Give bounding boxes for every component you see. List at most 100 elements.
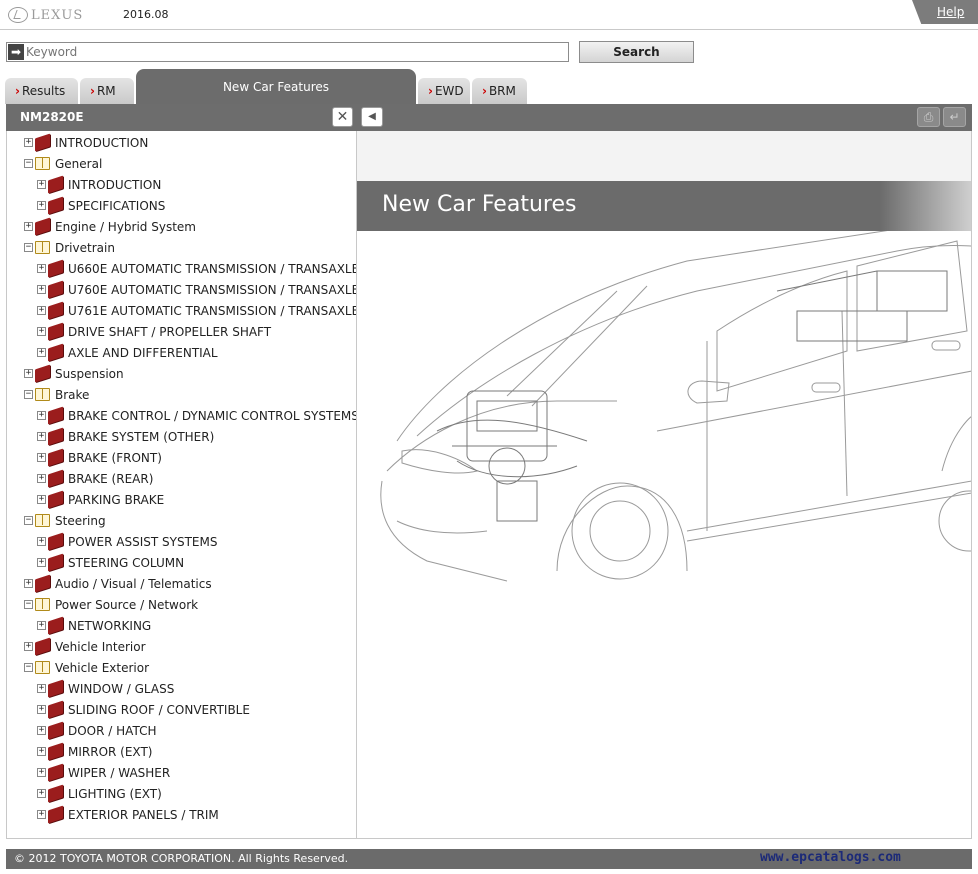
expand-icon[interactable]: + <box>37 621 46 630</box>
tree-item[interactable]: + LIGHTING (EXT) <box>37 783 162 804</box>
tab-new-car-features[interactable]: New Car Features <box>136 69 416 104</box>
expand-icon[interactable]: + <box>24 369 33 378</box>
tree-item[interactable]: + NETWORKING <box>37 615 151 636</box>
tree-item[interactable]: + SLIDING ROOF / CONVERTIBLE <box>37 699 250 720</box>
tab-brm[interactable]: › BRM <box>472 78 527 104</box>
close-icon: ✕ <box>336 109 349 125</box>
tree-item[interactable]: + Audio / Visual / Telematics <box>24 573 212 594</box>
search-box[interactable]: ➡ <box>6 42 569 62</box>
tree-item[interactable]: − Power Source / Network <box>24 594 198 615</box>
tree-item[interactable]: − Brake <box>24 384 89 405</box>
tree-item[interactable]: + EXTERIOR PANELS / TRIM <box>37 804 219 825</box>
collapse-panel-button[interactable]: ◀ <box>361 107 383 127</box>
expand-icon[interactable]: + <box>24 642 33 651</box>
expand-icon[interactable]: + <box>37 495 46 504</box>
collapse-icon[interactable]: − <box>24 663 33 672</box>
expand-icon[interactable]: + <box>37 789 46 798</box>
expand-icon[interactable]: + <box>37 810 46 819</box>
expand-icon[interactable]: + <box>37 558 46 567</box>
closed-book-icon <box>35 364 50 383</box>
expand-icon[interactable]: + <box>37 201 46 210</box>
tree-item[interactable]: + WIPER / WASHER <box>37 762 170 783</box>
expand-icon[interactable]: + <box>37 264 46 273</box>
tree-item[interactable]: + BRAKE (FRONT) <box>37 447 162 468</box>
closed-book-icon <box>48 532 63 551</box>
tree-item[interactable]: − General <box>24 153 102 174</box>
tree-item[interactable]: + DOOR / HATCH <box>37 720 156 741</box>
chevron-right-icon: › <box>428 84 433 98</box>
tree-item-label: INTRODUCTION <box>68 177 162 192</box>
expand-icon[interactable]: + <box>37 747 46 756</box>
expand-icon[interactable]: + <box>37 705 46 714</box>
expand-icon[interactable]: + <box>37 474 46 483</box>
tree-item-label: Audio / Visual / Telematics <box>55 576 212 591</box>
expand-icon[interactable]: + <box>37 411 46 420</box>
tree-item-label: U660E AUTOMATIC TRANSMISSION / TRANSAXLE <box>68 261 357 276</box>
tab-results[interactable]: › Results <box>5 78 78 104</box>
lexus-logo: LEXUS <box>8 5 83 25</box>
tree-item[interactable]: + BRAKE SYSTEM (OTHER) <box>37 426 214 447</box>
expand-icon[interactable]: + <box>37 285 46 294</box>
closed-book-icon <box>48 700 63 719</box>
tree-item[interactable]: + BRAKE CONTROL / DYNAMIC CONTROL SYSTEMS <box>37 405 356 426</box>
expand-icon[interactable]: + <box>37 432 46 441</box>
tree-item-label: Drivetrain <box>55 240 115 255</box>
search-input[interactable] <box>25 43 565 61</box>
back-button[interactable]: ↵ <box>943 107 966 127</box>
tree-item[interactable]: + WINDOW / GLASS <box>37 678 174 699</box>
tree-item[interactable]: − Vehicle Exterior <box>24 657 149 678</box>
tree-item-label: PARKING BRAKE <box>68 492 165 507</box>
tree-item-label: Engine / Hybrid System <box>55 219 196 234</box>
expand-icon[interactable]: + <box>37 768 46 777</box>
tree-item[interactable]: + INTRODUCTION <box>24 132 148 153</box>
expand-icon[interactable]: + <box>37 348 46 357</box>
print-button[interactable]: ⎙ <box>917 107 940 127</box>
tree-item[interactable]: + U760E AUTOMATIC TRANSMISSION / TRANSAXL… <box>37 279 356 300</box>
expand-icon[interactable]: + <box>37 537 46 546</box>
tree-item[interactable]: + U761E AUTOMATIC TRANSMISSION / TRANSAXL… <box>37 300 356 321</box>
tree-item-label: BRAKE SYSTEM (OTHER) <box>68 429 215 444</box>
tree-item[interactable]: + Vehicle Interior <box>24 636 146 657</box>
closed-book-icon <box>48 469 63 488</box>
brand-name: LEXUS <box>31 7 84 23</box>
expand-icon[interactable]: + <box>37 306 46 315</box>
tree-item[interactable]: + BRAKE (REAR) <box>37 468 153 489</box>
content-panel: New Car Features <box>357 131 972 839</box>
copyright-text: © 2012 TOYOTA MOTOR CORPORATION. All Rig… <box>14 852 349 865</box>
tree-item[interactable]: + U660E AUTOMATIC TRANSMISSION / TRANSAXL… <box>37 258 357 279</box>
tree-item[interactable]: − Steering <box>24 510 106 531</box>
tab-ewd[interactable]: › EWD <box>418 78 470 104</box>
collapse-icon[interactable]: − <box>24 600 33 609</box>
tree-item-label: Steering <box>55 513 106 528</box>
tree-item[interactable]: + SPECIFICATIONS <box>37 195 165 216</box>
expand-icon[interactable]: + <box>24 579 33 588</box>
collapse-icon[interactable]: − <box>24 516 33 525</box>
tree-item[interactable]: − Drivetrain <box>24 237 115 258</box>
tab-rm[interactable]: › RM <box>80 78 134 104</box>
expand-icon[interactable]: + <box>37 180 46 189</box>
collapse-icon[interactable]: − <box>24 390 33 399</box>
tree-item[interactable]: + PARKING BRAKE <box>37 489 164 510</box>
expand-icon[interactable]: + <box>37 684 46 693</box>
search-button[interactable]: Search <box>579 41 694 63</box>
tree-item[interactable]: + MIRROR (EXT) <box>37 741 152 762</box>
tree-item[interactable]: + POWER ASSIST SYSTEMS <box>37 531 217 552</box>
expand-icon[interactable]: + <box>24 222 33 231</box>
collapse-icon[interactable]: − <box>24 243 33 252</box>
expand-icon[interactable]: + <box>37 327 46 336</box>
tree-item[interactable]: + INTRODUCTION <box>37 174 161 195</box>
close-tree-button[interactable]: ✕ <box>332 107 353 127</box>
help-link[interactable]: Help <box>937 5 964 19</box>
tree-item[interactable]: + DRIVE SHAFT / PROPELLER SHAFT <box>37 321 271 342</box>
tree-item[interactable]: + Engine / Hybrid System <box>24 216 196 237</box>
collapse-icon[interactable]: − <box>24 159 33 168</box>
expand-icon[interactable]: + <box>37 726 46 735</box>
closed-book-icon <box>48 553 63 572</box>
tree-item-label: WINDOW / GLASS <box>68 681 175 696</box>
closed-book-icon <box>48 175 63 194</box>
expand-icon[interactable]: + <box>24 138 33 147</box>
expand-icon[interactable]: + <box>37 453 46 462</box>
tree-item[interactable]: + Suspension <box>24 363 124 384</box>
tree-item[interactable]: + AXLE AND DIFFERENTIAL <box>37 342 218 363</box>
tree-item[interactable]: + STEERING COLUMN <box>37 552 184 573</box>
